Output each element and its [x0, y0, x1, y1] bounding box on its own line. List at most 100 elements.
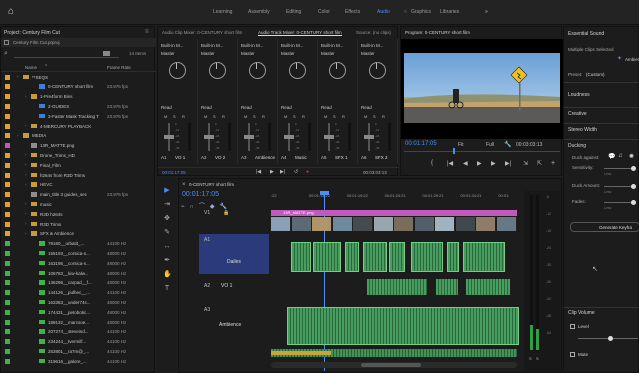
mute-button[interactable]: M — [204, 114, 207, 119]
label-color-swatch[interactable] — [5, 133, 10, 139]
input-dropdown[interactable]: Built-in M... — [321, 43, 344, 48]
dailies-audio-clip[interactable] — [463, 242, 505, 272]
fit-dropdown[interactable]: Fit — [458, 142, 464, 148]
timeline-timecode[interactable]: 00:01:17:05 — [182, 191, 219, 198]
project-item[interactable]: 234244__tvermilf... 44100 Hz — [1, 338, 151, 347]
record-button[interactable]: R — [342, 114, 345, 119]
frame-forward-icon[interactable]: ▶ — [491, 160, 496, 167]
channel-track-name[interactable]: Music — [295, 155, 307, 160]
project-item[interactable]: 144126__pulhec__... 44100 Hz — [1, 289, 151, 298]
search-input[interactable] — [14, 57, 119, 58]
timeline-ruler[interactable]: :22 00:01:14:22 00:01:19:22 00:01:24:21 00:0… — [271, 191, 521, 209]
label-color-swatch[interactable] — [5, 84, 10, 90]
mixer-play-icon[interactable]: ▶ — [270, 169, 274, 175]
mark-in-icon[interactable]: { — [431, 160, 433, 166]
section-ducking[interactable]: Ducking — [568, 143, 586, 149]
play-icon[interactable]: ▶ — [477, 160, 482, 167]
project-item[interactable]: › R3D h264s — [1, 210, 151, 219]
project-title[interactable]: Project: Century Film Cut — [4, 30, 60, 36]
fades-slider[interactable] — [604, 200, 636, 205]
video-track-clips[interactable] — [271, 217, 517, 231]
track-header-a2[interactable]: A2 VO 1 — [199, 277, 269, 297]
project-item[interactable]: › Final_Film — [1, 161, 151, 170]
workspace-menu-icon[interactable]: ≡ — [404, 9, 407, 15]
label-color-swatch[interactable] — [5, 123, 10, 129]
track-header-a3[interactable]: A3 Ambience — [199, 304, 269, 344]
ripple-edit-tool-icon[interactable]: ✥ — [163, 215, 171, 223]
project-item[interactable]: main_title 3 guides_sec 23.976 fps — [1, 191, 151, 200]
duck-amount-slider[interactable] — [604, 184, 636, 189]
record-button[interactable]: R — [382, 114, 385, 119]
more-workspaces-icon[interactable]: » — [485, 9, 488, 15]
channel-track-name[interactable]: VO 1 — [175, 155, 185, 160]
tab-audio-clip-mixer[interactable]: Audio Clip Mixer: 0-CENTURY short film — [162, 30, 242, 35]
pan-knob[interactable] — [329, 62, 346, 79]
quality-dropdown[interactable]: Full — [486, 142, 494, 148]
volume-fader-handle[interactable] — [204, 135, 214, 139]
dailies-audio-clip[interactable] — [411, 242, 443, 272]
expand-chevron-icon[interactable]: › — [25, 172, 27, 177]
timeline-title[interactable]: 0-CENTURY short film — [189, 182, 234, 187]
label-color-swatch[interactable] — [5, 358, 10, 364]
project-item[interactable]: › 1-Pre4form Bins — [1, 93, 151, 102]
workspace-effects[interactable]: Effects — [345, 9, 360, 15]
track-lock-icon[interactable]: 🔒 — [223, 210, 229, 216]
automation-mode-dropdown[interactable]: Read — [241, 105, 252, 110]
project-item[interactable]: 136296__carpad__f... 48000 Hz — [1, 279, 151, 288]
expand-chevron-icon[interactable]: › — [25, 94, 27, 99]
volume-fader-handle[interactable] — [244, 135, 254, 139]
mute-button[interactable]: M — [164, 114, 167, 119]
mixer-loop-icon[interactable]: ↺ — [294, 169, 298, 175]
solo-button[interactable]: S — [293, 114, 296, 119]
label-color-swatch[interactable] — [5, 339, 10, 345]
section-loudness[interactable]: Loudness — [568, 92, 590, 98]
mute-button[interactable]: M — [324, 114, 327, 119]
input-dropdown[interactable]: Built-in M... — [161, 43, 184, 48]
expand-chevron-icon[interactable]: › — [25, 221, 27, 226]
vo-audio-clip[interactable] — [367, 279, 427, 295]
mixer-go-end-icon[interactable]: ▶| — [280, 169, 285, 175]
workspace-editing[interactable]: Editing — [286, 9, 301, 15]
matte-clip[interactable]: 13R_MATTE.png — [271, 210, 517, 216]
a2-track-clips[interactable] — [271, 277, 517, 297]
label-color-swatch[interactable] — [5, 221, 10, 227]
video-clip-thumbnail[interactable] — [394, 217, 414, 231]
project-item[interactable]: 319616__galore_... 44100 Hz — [1, 357, 151, 366]
solo-button[interactable]: S — [173, 114, 176, 119]
duck-sfx-icon[interactable]: ✺ — [629, 153, 634, 160]
record-button[interactable]: R — [222, 114, 225, 119]
project-item[interactable]: 189132__marcsoe... 48000 Hz — [1, 318, 151, 327]
project-item[interactable]: › **SEQS — [1, 73, 151, 82]
selection-tool-icon[interactable]: ▶ — [163, 187, 171, 195]
timeline-close-icon[interactable]: × — [182, 182, 186, 188]
output-dropdown[interactable]: Master — [201, 51, 215, 56]
essential-sound-title[interactable]: Essential Sound — [568, 31, 604, 37]
section-creative[interactable]: Creative — [568, 111, 587, 117]
project-item[interactable]: 207274__steveind... 44100 Hz — [1, 328, 151, 337]
expand-chevron-icon[interactable]: › — [25, 182, 27, 187]
clip-volume-section[interactable]: Clip Volume — [568, 310, 595, 316]
timeline-toolbar-icons[interactable]: ⌁∩⌒◆🔧 — [181, 201, 251, 210]
input-dropdown[interactable]: Built-in M... — [201, 43, 224, 48]
output-dropdown[interactable]: Master — [361, 51, 375, 56]
workspace-learning[interactable]: Learning — [213, 9, 232, 15]
workspace-assembly[interactable]: Assembly — [248, 9, 270, 15]
preset-dropdown[interactable]: (Custom) — [586, 72, 605, 77]
output-dropdown[interactable]: Master — [241, 51, 255, 56]
level-checkbox[interactable] — [570, 324, 575, 329]
type-tool-icon[interactable]: T — [163, 285, 171, 293]
output-dropdown[interactable]: Master — [281, 51, 295, 56]
mute-checkbox[interactable] — [570, 352, 575, 357]
video-clip-thumbnail[interactable] — [312, 217, 332, 231]
video-clip-thumbnail[interactable] — [455, 217, 476, 231]
project-item[interactable]: 79160__orbatit_... 44100 Hz — [1, 240, 151, 249]
volume-fader-handle[interactable] — [324, 135, 334, 139]
workspace-audio[interactable]: Audio — [377, 9, 390, 15]
pan-knob[interactable] — [169, 62, 186, 79]
vo-audio-clip[interactable] — [436, 279, 458, 295]
mixer-timecode[interactable]: 00:01:17:05 — [162, 170, 186, 175]
expand-chevron-icon[interactable]: › — [17, 133, 19, 138]
step-forward-icon[interactable]: ▶| — [505, 160, 511, 167]
project-item[interactable]: 163195__corsica-s... 48000 Hz — [1, 259, 151, 268]
section-stereo-width[interactable]: Stereo Width — [568, 127, 597, 133]
